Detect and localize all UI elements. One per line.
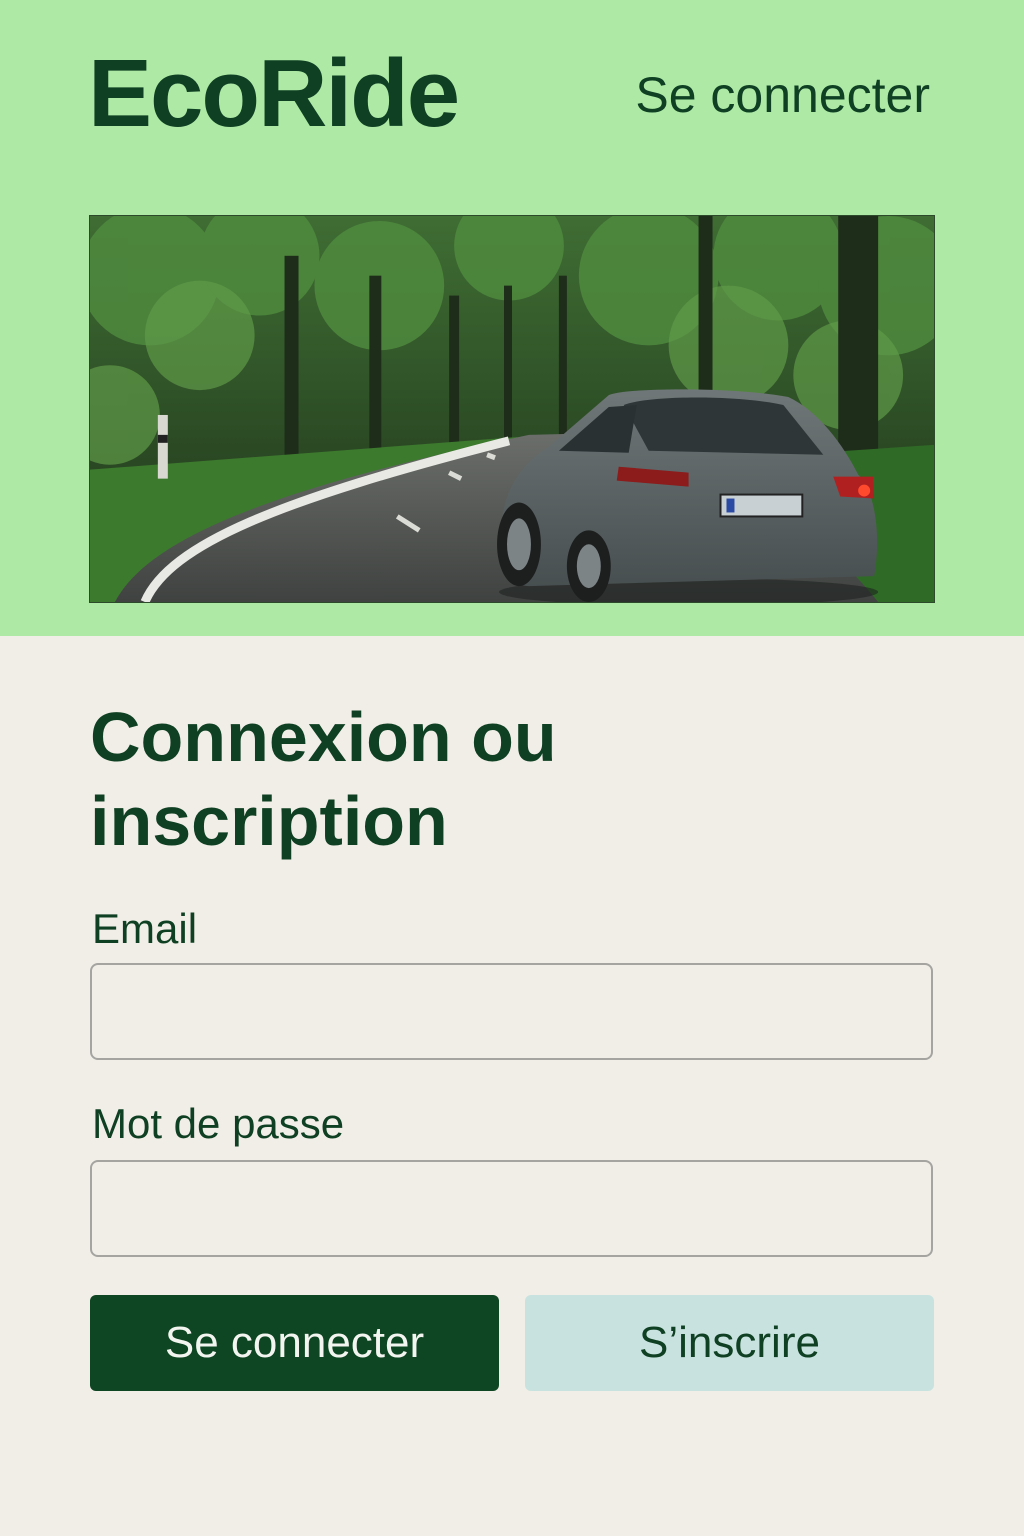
signup-button[interactable]: S’inscrire xyxy=(525,1295,934,1391)
password-label: Mot de passe xyxy=(92,1100,345,1147)
email-field[interactable] xyxy=(90,963,933,1060)
login-button[interactable]: Se connecter xyxy=(90,1295,499,1391)
brand-logo[interactable]: EcoRide xyxy=(88,46,460,142)
header-login-link[interactable]: Se connecter xyxy=(635,70,930,120)
car-on-forest-road-illustration xyxy=(90,216,934,602)
page-title: Connexion ou inscription xyxy=(90,698,557,860)
password-field[interactable] xyxy=(90,1160,933,1257)
email-label: Email xyxy=(92,905,198,952)
hero-image xyxy=(89,215,935,603)
site-header: EcoRide Se connecter xyxy=(0,0,1024,636)
